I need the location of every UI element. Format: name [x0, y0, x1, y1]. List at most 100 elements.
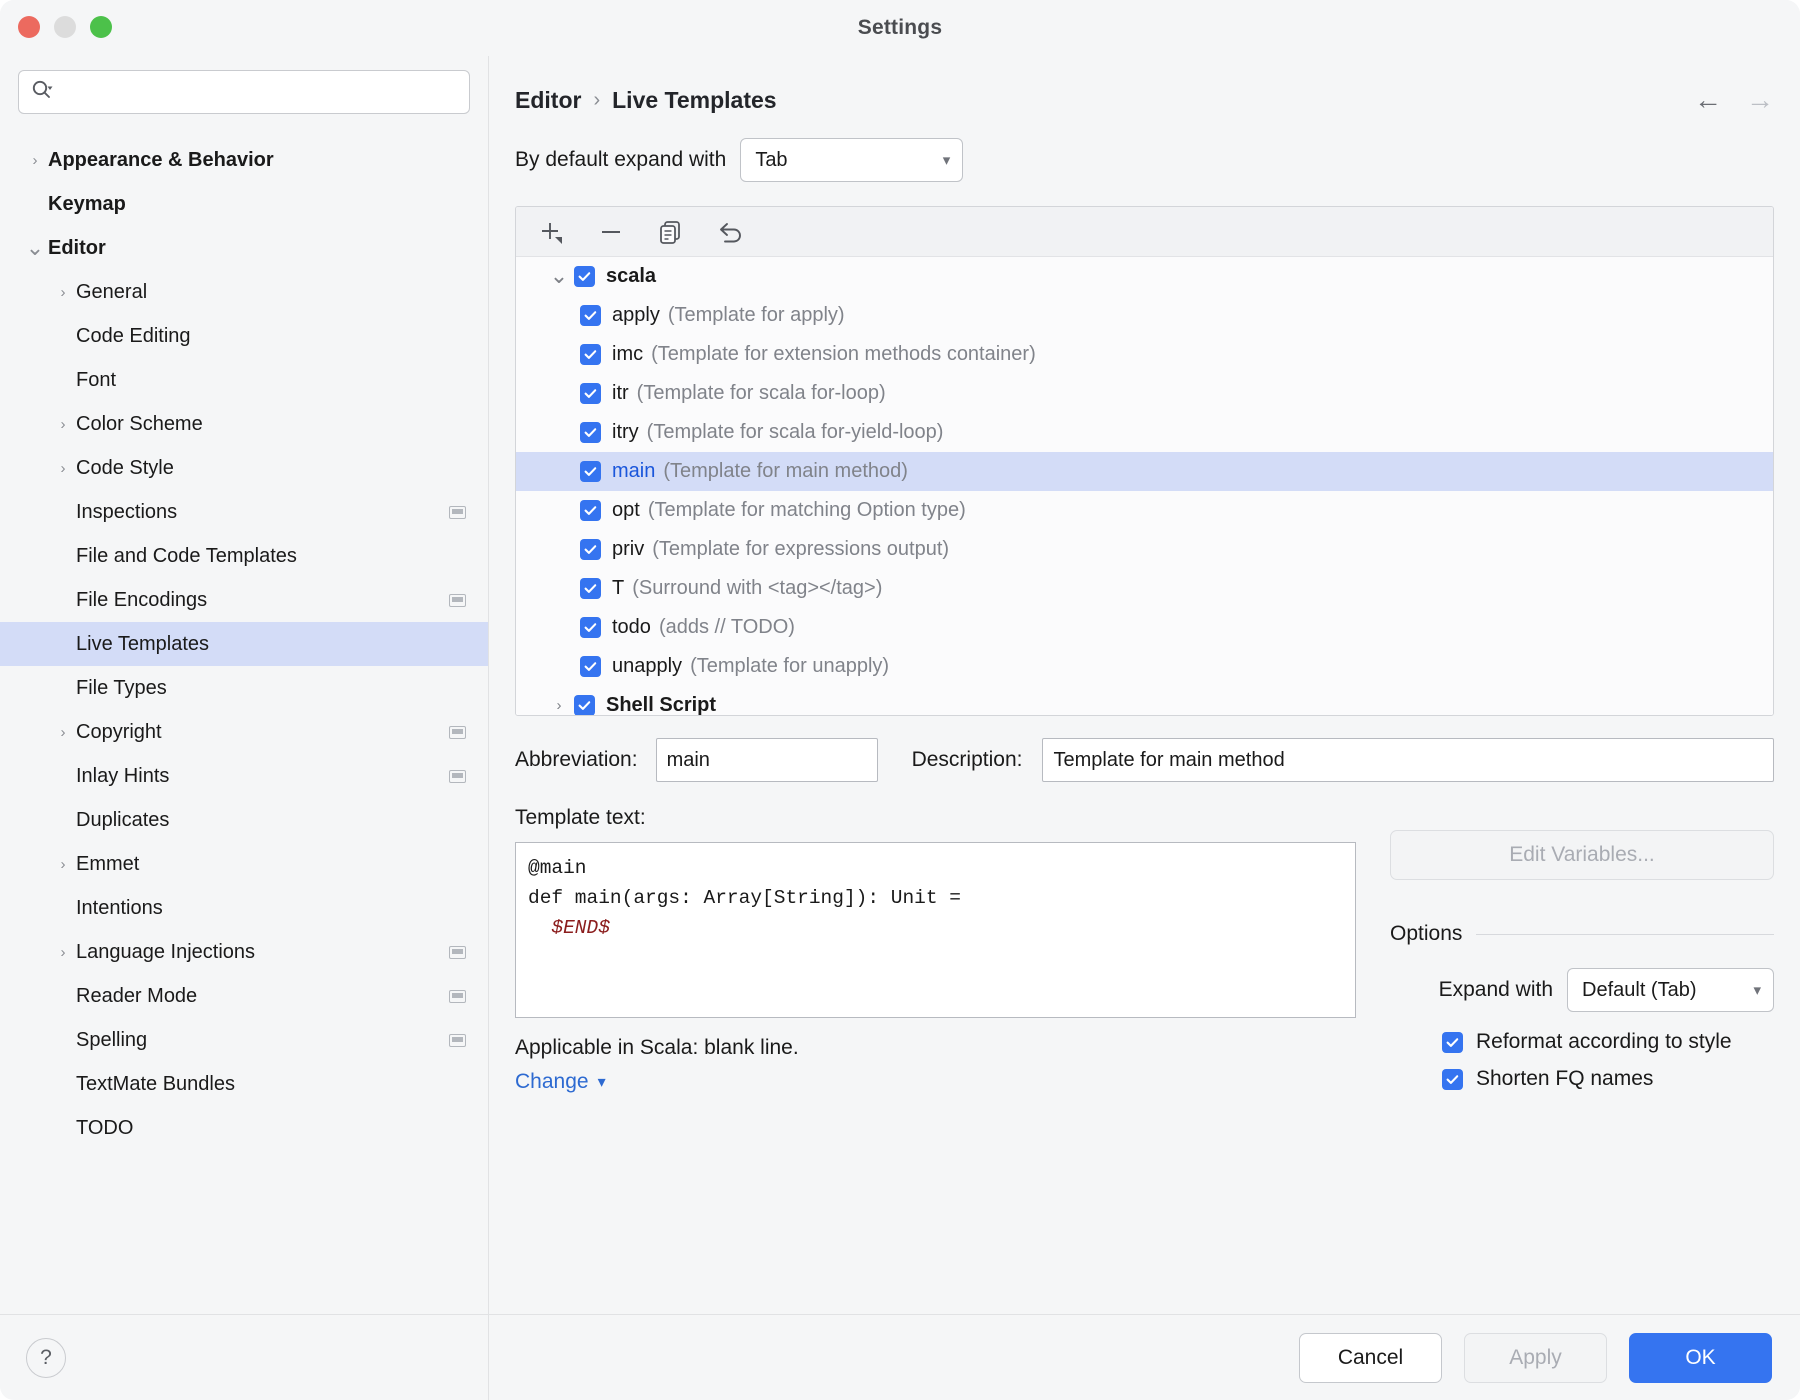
template-text-line: $END$: [528, 913, 1343, 943]
sidebar-item-font[interactable]: Font: [0, 358, 488, 402]
apply-button[interactable]: Apply: [1464, 1333, 1607, 1383]
search-input[interactable]: [61, 82, 457, 102]
template-description: (Template for scala for-yield-loop): [647, 421, 944, 444]
template-checkbox[interactable]: [580, 539, 601, 560]
sidebar-item-label: Live Templates: [76, 633, 466, 656]
template-row[interactable]: opt(Template for matching Option type): [516, 491, 1773, 530]
close-window-button[interactable]: [18, 16, 40, 38]
template-row[interactable]: priv(Template for expressions output): [516, 530, 1773, 569]
sidebar-item-color-scheme[interactable]: ›Color Scheme: [0, 402, 488, 446]
sidebar-item-label: Intentions: [76, 897, 466, 920]
sidebar-item-inspections[interactable]: Inspections: [0, 490, 488, 534]
sidebar-item-duplicates[interactable]: Duplicates: [0, 798, 488, 842]
template-checkbox[interactable]: [574, 266, 595, 287]
template-checkbox[interactable]: [580, 422, 601, 443]
template-description: (Template for extension methods containe…: [651, 343, 1036, 366]
template-abbreviation: Shell Script: [606, 694, 716, 715]
sidebar-item-file-and-code-templates[interactable]: File and Code Templates: [0, 534, 488, 578]
template-abbreviation: apply: [612, 304, 660, 327]
sidebar-item-copyright[interactable]: ›Copyright: [0, 710, 488, 754]
option-checkbox-row[interactable]: Shorten FQ names: [1390, 1067, 1774, 1091]
chevron-right-icon[interactable]: ›: [50, 856, 76, 873]
chevron-right-icon[interactable]: ›: [22, 152, 48, 169]
sidebar-item-editor[interactable]: ⌄Editor: [0, 226, 488, 270]
zoom-window-button[interactable]: [90, 16, 112, 38]
chevron-down-icon[interactable]: ⌄: [22, 244, 48, 253]
cancel-button[interactable]: Cancel: [1299, 1333, 1442, 1383]
checkbox[interactable]: [1442, 1032, 1463, 1053]
search-box[interactable]: [18, 70, 470, 114]
sidebar-item-live-templates[interactable]: Live Templates: [0, 622, 488, 666]
sidebar-item-textmate-bundles[interactable]: TextMate Bundles: [0, 1062, 488, 1106]
sidebar-item-keymap[interactable]: Keymap: [0, 182, 488, 226]
sidebar-item-label: General: [76, 281, 466, 304]
sidebar-item-intentions[interactable]: Intentions: [0, 886, 488, 930]
arrow-right-icon[interactable]: →: [1746, 86, 1774, 114]
template-row[interactable]: main(Template for main method): [516, 452, 1773, 491]
sidebar-item-spelling[interactable]: Spelling: [0, 1018, 488, 1062]
abbreviation-input[interactable]: [656, 738, 878, 782]
ok-button[interactable]: OK: [1629, 1333, 1772, 1383]
template-row[interactable]: ⌄scala: [516, 257, 1773, 296]
minimize-window-button[interactable]: [54, 16, 76, 38]
chevron-right-icon[interactable]: ›: [50, 284, 76, 301]
edit-variables-button[interactable]: Edit Variables...: [1390, 830, 1774, 880]
template-checkbox[interactable]: [580, 656, 601, 677]
template-checkbox[interactable]: [580, 344, 601, 365]
template-checkbox[interactable]: [574, 695, 595, 715]
template-row[interactable]: apply(Template for apply): [516, 296, 1773, 335]
expand-with-value: Default (Tab): [1582, 979, 1735, 1002]
template-checkbox[interactable]: [580, 617, 601, 638]
sidebar-item-file-types[interactable]: File Types: [0, 666, 488, 710]
chevron-down-icon: ▾: [598, 1072, 606, 1092]
template-checkbox[interactable]: [580, 578, 601, 599]
chevron-right-icon[interactable]: ›: [50, 460, 76, 477]
description-input[interactable]: [1042, 738, 1774, 782]
template-row[interactable]: T(Surround with <tag></tag>): [516, 569, 1773, 608]
sidebar-item-language-injections[interactable]: ›Language Injections: [0, 930, 488, 974]
chevron-down-icon[interactable]: ⌄: [544, 272, 574, 281]
sidebar-item-appearance-behavior[interactable]: ›Appearance & Behavior: [0, 138, 488, 182]
expand-with-select[interactable]: Default (Tab) ▾: [1567, 968, 1774, 1012]
duplicate-template-button[interactable]: [652, 213, 690, 251]
sidebar-item-general[interactable]: ›General: [0, 270, 488, 314]
template-checkbox[interactable]: [580, 383, 601, 404]
default-expand-with-select[interactable]: Tab ▾: [740, 138, 963, 182]
sidebar-item-reader-mode[interactable]: Reader Mode: [0, 974, 488, 1018]
remove-template-button[interactable]: [592, 213, 630, 251]
sidebar-item-file-encodings[interactable]: File Encodings: [0, 578, 488, 622]
checkbox[interactable]: [1442, 1069, 1463, 1090]
sidebar-item-inlay-hints[interactable]: Inlay Hints: [0, 754, 488, 798]
template-row[interactable]: itr(Template for scala for-loop): [516, 374, 1773, 413]
template-checkbox[interactable]: [580, 305, 601, 326]
add-template-button[interactable]: [532, 213, 570, 251]
chevron-right-icon[interactable]: ›: [544, 697, 574, 714]
template-checkbox[interactable]: [580, 500, 601, 521]
template-row[interactable]: unapply(Template for unapply): [516, 647, 1773, 686]
expand-with-row: Expand with Default (Tab) ▾: [1390, 968, 1774, 1012]
template-checkbox[interactable]: [580, 461, 601, 482]
templates-tree[interactable]: ⌄scalaapply(Template for apply) imc (Templ…: [516, 257, 1773, 715]
change-context-link[interactable]: Change ▾: [515, 1070, 1356, 1094]
sidebar-item-code-style[interactable]: ›Code Style: [0, 446, 488, 490]
template-text-editor[interactable]: @maindef main(args: Array[String]): Unit…: [515, 842, 1356, 1018]
template-abbreviation: imc: [612, 343, 643, 366]
restore-defaults-button[interactable]: [712, 213, 750, 251]
template-row[interactable]: › Shell Script: [516, 686, 1773, 715]
sidebar-item-emmet[interactable]: ›Emmet: [0, 842, 488, 886]
chevron-right-icon[interactable]: ›: [50, 944, 76, 961]
template-row[interactable]: imc (Template for extension methods conta…: [516, 335, 1773, 374]
arrow-left-icon[interactable]: ←: [1694, 86, 1722, 114]
chevron-right-icon[interactable]: ›: [50, 724, 76, 741]
sidebar-item-code-editing[interactable]: Code Editing: [0, 314, 488, 358]
template-row[interactable]: itry(Template for scala for-yield-loop): [516, 413, 1773, 452]
option-checkbox-row[interactable]: Reformat according to style: [1390, 1030, 1774, 1054]
sidebar-item-todo[interactable]: TODO: [0, 1106, 488, 1150]
template-row[interactable]: todo(adds // TODO): [516, 608, 1773, 647]
sidebar-search-wrap: [0, 56, 488, 124]
help-icon[interactable]: ?: [26, 1338, 66, 1378]
chevron-right-icon[interactable]: ›: [50, 416, 76, 433]
template-description: (adds // TODO): [659, 616, 795, 639]
breadcrumb-parent[interactable]: Editor: [515, 87, 581, 114]
settings-sidebar: ›Appearance & BehaviorKeymap⌄Editor›Gene…: [0, 56, 489, 1400]
